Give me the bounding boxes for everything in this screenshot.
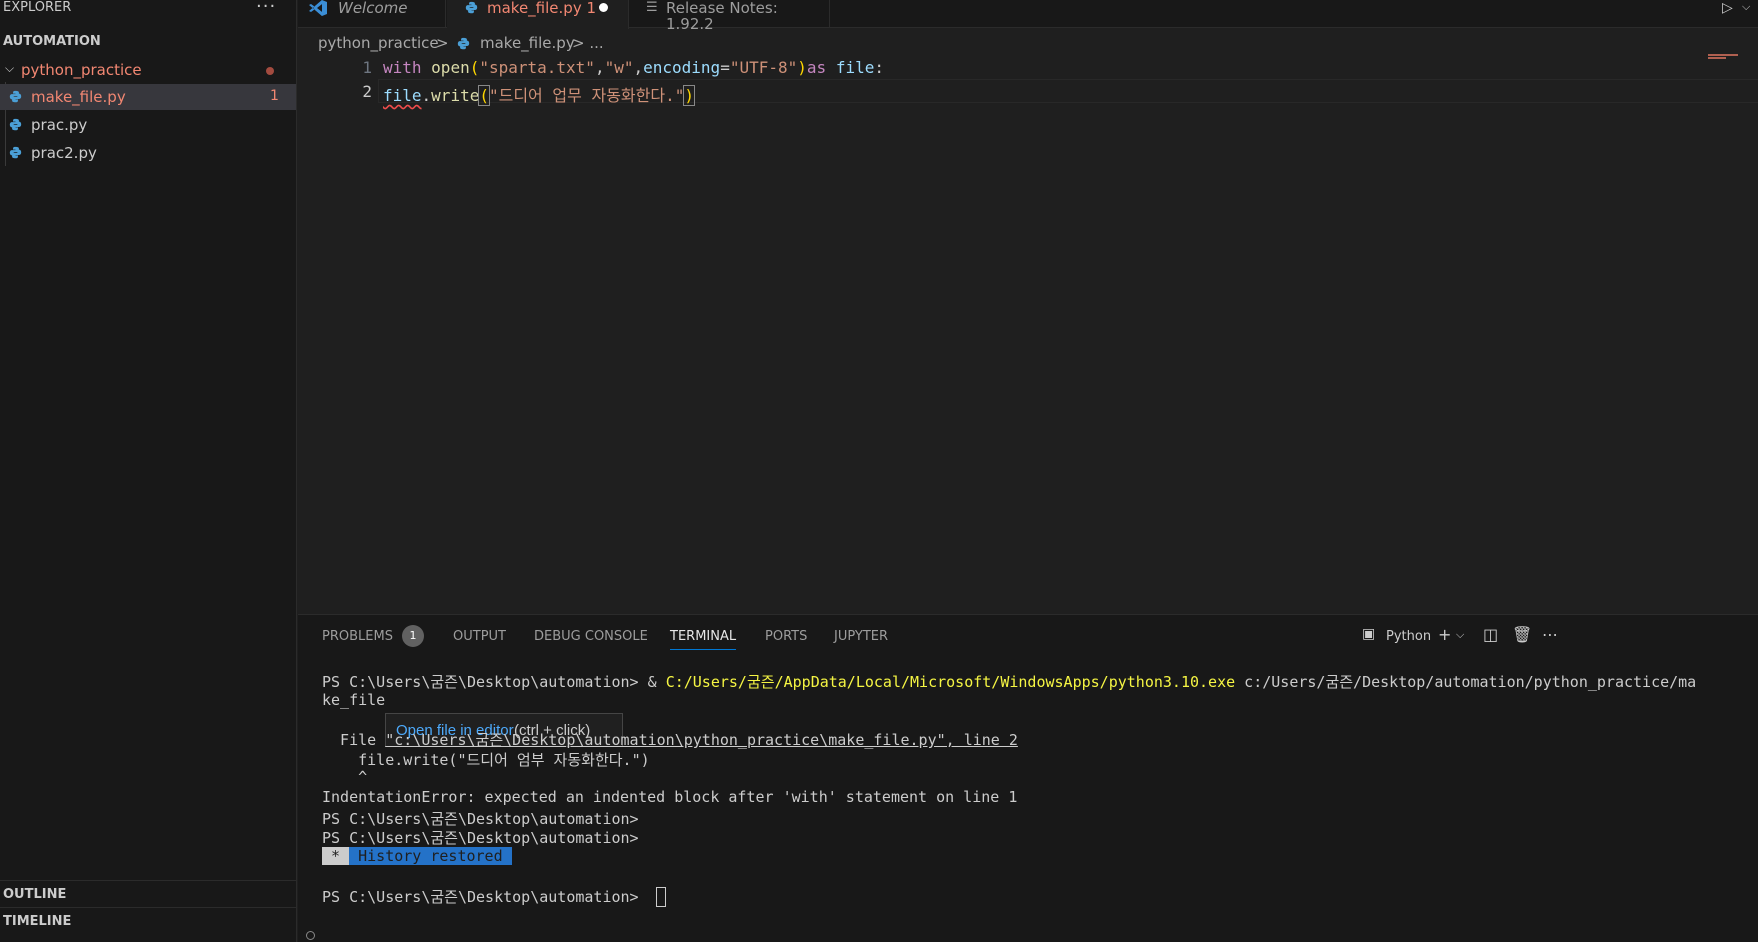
tab-label: Release Notes: 1.92.2: [666, 0, 778, 33]
file-label: make_file.py: [31, 88, 126, 106]
terminal-line: File "c:\Users\굼즌\Desktop\automation\pyt…: [322, 731, 1018, 749]
trash-icon[interactable]: 🗑: [1512, 625, 1532, 644]
split-terminal-icon[interactable]: ◫: [1483, 625, 1498, 644]
terminal-output[interactable]: PS C:\Users\굼즌\Desktop\automation> & C:/…: [298, 671, 1758, 942]
timeline-label: TIMELINE: [3, 914, 72, 929]
file-path-link[interactable]: "c:\Users\굼즌\Desktop\automation\python_p…: [385, 731, 1018, 749]
chevron-down-icon: ⌵: [5, 61, 15, 75]
terminal-prompt-line: PS C:\Users\굼즌\Desktop\automation>: [322, 888, 639, 906]
line-number: 2: [362, 82, 372, 101]
vscode-icon: [309, 0, 327, 16]
active-tab-indicator: [670, 649, 736, 650]
python-file-icon: [9, 90, 22, 103]
python-file-icon: [9, 146, 22, 159]
breadcrumb-folder[interactable]: python_practice: [318, 34, 439, 52]
code-editor[interactable]: 1 2 with open("sparta.txt","w",encoding=…: [298, 54, 1758, 614]
document-icon: ☰: [646, 0, 658, 15]
tab-release-notes[interactable]: ☰ Release Notes: 1.92.2: [630, 0, 830, 32]
code-line-2[interactable]: file.write("드디어 업무 자동화한다."): [383, 82, 695, 106]
add-terminal-icon[interactable]: +: [1438, 625, 1451, 644]
line-number: 1: [362, 58, 372, 77]
code-line-1[interactable]: with open("sparta.txt","w",encoding="UTF…: [383, 58, 884, 77]
tab-label: Welcome: [338, 0, 408, 17]
run-icon[interactable]: ▷: [1722, 0, 1733, 16]
breadcrumb-more[interactable]: > ...: [572, 34, 604, 52]
tab-make-file[interactable]: make_file.py 1: [447, 0, 629, 29]
tab-jupyter[interactable]: JUPYTER: [834, 629, 888, 644]
terminal-error-line: IndentationError: expected an indented b…: [322, 788, 1018, 806]
workspace-section-header[interactable]: AUTOMATION: [3, 34, 101, 49]
terminal-icon: ▣: [1362, 626, 1376, 642]
python-file-icon: [465, 1, 478, 14]
python-file-icon: [9, 118, 22, 131]
unsaved-dot-icon[interactable]: [599, 3, 608, 12]
tab-output[interactable]: OUTPUT: [453, 629, 506, 644]
timeline-section-header[interactable]: TIMELINE: [0, 907, 296, 935]
terminal-line: ^: [322, 768, 368, 786]
breadcrumb-separator: >: [436, 34, 449, 52]
bottom-panel: PROBLEMS 1 OUTPUT DEBUG CONSOLE TERMINAL…: [298, 614, 1758, 942]
more-actions-icon[interactable]: ⋯: [1542, 625, 1558, 644]
history-restored-banner: * History restored: [322, 847, 512, 865]
terminal-prompt-line: PS C:\Users\굼즌\Desktop\automation>: [322, 810, 639, 828]
terminal-line: file.write("드디어 엄부 자동화한다."): [322, 751, 650, 769]
explorer-sidebar: EXPLORER ··· AUTOMATION ⌵ python_practic…: [0, 0, 297, 942]
chevron-down-icon[interactable]: ⌵: [1456, 628, 1464, 642]
file-item-make-file[interactable]: make_file.py 1: [0, 84, 296, 110]
explorer-title: EXPLORER: [3, 0, 72, 15]
editor-tab-bar: Welcome make_file.py 1 ☰ Release Notes: …: [298, 0, 1758, 32]
tab-welcome[interactable]: Welcome: [298, 0, 446, 28]
file-label: prac.py: [31, 116, 88, 134]
breadcrumb-file[interactable]: make_file.py: [480, 34, 575, 52]
more-actions-icon[interactable]: ···: [256, 0, 276, 17]
file-label: prac2.py: [31, 144, 97, 162]
terminal-prompt-line: PS C:\Users\굼즌\Desktop\automation>: [322, 829, 639, 847]
file-item-prac[interactable]: prac.py: [0, 112, 296, 138]
chevron-down-icon[interactable]: ⌵: [1742, 0, 1750, 14]
outline-section-header[interactable]: OUTLINE: [0, 880, 296, 908]
problem-count-badge: 1: [270, 88, 279, 104]
folder-python-practice[interactable]: ⌵ python_practice: [0, 58, 296, 82]
shell-name[interactable]: Python: [1386, 629, 1431, 644]
terminal-line: ke_file: [322, 691, 386, 709]
minimap[interactable]: [1708, 54, 1748, 62]
tab-terminal[interactable]: TERMINAL: [670, 629, 736, 644]
tab-problems[interactable]: PROBLEMS: [322, 629, 393, 644]
tab-debug-console[interactable]: DEBUG CONSOLE: [534, 629, 648, 644]
tab-ports[interactable]: PORTS: [765, 629, 807, 644]
outline-label: OUTLINE: [3, 887, 67, 902]
tab-label: make_file.py 1: [487, 0, 597, 17]
error-dot-icon: [266, 67, 274, 75]
file-item-prac2[interactable]: prac2.py: [0, 140, 296, 166]
terminal-cursor: [656, 887, 666, 907]
python-file-icon: [457, 37, 470, 50]
problems-count-badge: 1: [402, 625, 424, 647]
terminal-line: PS C:\Users\굼즌\Desktop\automation> & C:/…: [322, 673, 1697, 691]
command-decoration-icon[interactable]: [306, 931, 315, 940]
folder-label: python_practice: [21, 61, 142, 79]
